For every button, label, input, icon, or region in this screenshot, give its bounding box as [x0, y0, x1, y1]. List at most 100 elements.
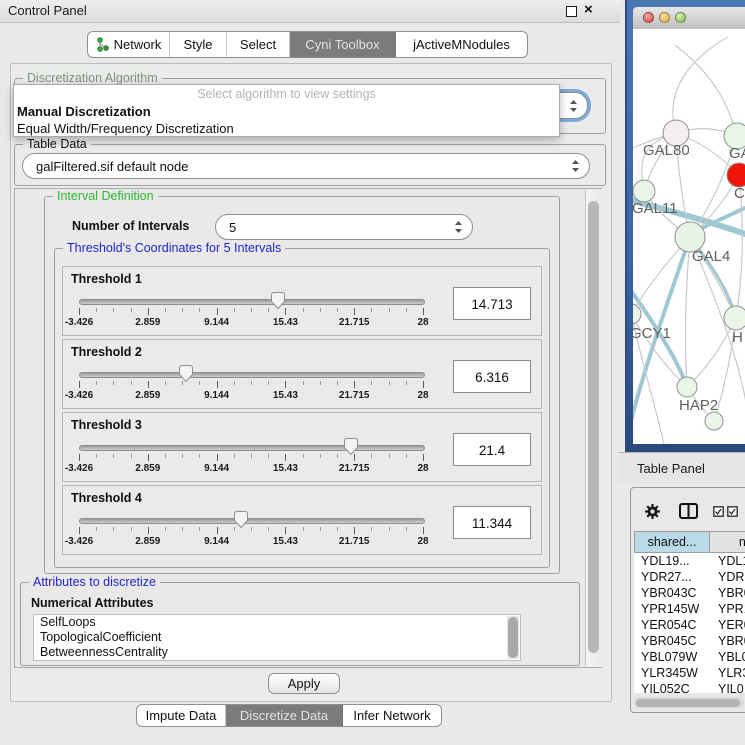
minimize-button[interactable] — [659, 12, 670, 23]
table-row[interactable]: YDR27...YDR2 — [634, 569, 745, 585]
tab-discretize-data[interactable]: Discretize Data — [226, 705, 343, 726]
zoom-button[interactable] — [675, 12, 686, 23]
node-label: GA — [729, 145, 745, 162]
network-node-gcy1[interactable] — [633, 304, 641, 324]
network-edge[interactable] — [686, 237, 690, 387]
table-row[interactable]: YBR043CYBR0 — [634, 585, 745, 601]
vertical-scrollbar[interactable] — [585, 189, 602, 667]
tab-jactivemnodules[interactable]: jActiveMNodules — [396, 32, 527, 57]
column-header-shared-name[interactable]: shared... — [634, 531, 710, 553]
network-edge[interactable] — [675, 45, 737, 136]
table-data-combobox[interactable]: galFiltered.sif default node — [22, 153, 590, 179]
split-columns-icon[interactable] — [679, 503, 698, 519]
float-window-icon[interactable] — [566, 6, 577, 17]
slider-thumb-icon — [179, 365, 193, 382]
network-edge[interactable] — [673, 37, 728, 133]
network-node-c[interactable] — [727, 163, 745, 187]
dropdown-option-manual-discretization[interactable]: Manual Discretization — [14, 103, 559, 120]
threshold-slider[interactable]: -3.4262.8599.14415.4321.71528 — [79, 514, 423, 552]
dropdown-option-equal-width-frequency[interactable]: Equal Width/Frequency Discretization — [14, 120, 559, 137]
table-cell[interactable]: YDL1 — [710, 553, 745, 569]
scrollbar-thumb[interactable] — [588, 201, 599, 653]
table-cell[interactable]: YLR345W — [634, 665, 710, 681]
table-row[interactable]: YDL19...YDL1 — [634, 553, 745, 569]
network-node-hap2[interactable] — [677, 377, 697, 397]
numerical-attributes-label: Numerical Attributes — [31, 596, 153, 610]
table-cell[interactable]: YDR2 — [710, 569, 745, 585]
threshold-value-field[interactable]: 6.316 — [453, 360, 531, 393]
slider-thumb[interactable] — [271, 292, 285, 309]
horizontal-scrollbar[interactable] — [634, 697, 744, 708]
attribute-item-betweennesscentrality[interactable]: BetweennessCentrality — [34, 645, 520, 660]
gear-icon[interactable] — [644, 503, 661, 520]
table-cell[interactable]: YBL079W — [634, 649, 710, 665]
threshold-value-field[interactable]: 11.344 — [453, 506, 531, 539]
threshold-value-field[interactable]: 21.4 — [453, 433, 531, 466]
table-cell[interactable]: YIL052C — [634, 681, 710, 693]
tab-infer-network[interactable]: Infer Network — [343, 705, 441, 726]
threshold-slider[interactable]: -3.4262.8599.14415.4321.71528 — [79, 441, 423, 479]
table-cell[interactable]: YER0 — [710, 617, 745, 633]
network-node[interactable] — [705, 412, 723, 430]
table-body[interactable]: YDL19...YDL1YDR27...YDR2YBR043CYBR0YPR14… — [634, 553, 745, 693]
slider-thumb[interactable] — [234, 511, 248, 528]
slider-scale: -3.4262.8599.14415.4321.71528 — [79, 536, 423, 548]
tab-label: Select — [240, 37, 276, 52]
scale-label: 2.859 — [135, 536, 160, 547]
close-button[interactable] — [643, 12, 654, 23]
combobox-spinner-icon — [454, 220, 463, 234]
column-header-name[interactable]: name — [710, 531, 745, 553]
slider-track[interactable] — [79, 445, 425, 451]
checkbox-checked-icon[interactable] — [713, 506, 724, 517]
table-cell[interactable]: YPR145W — [634, 601, 710, 617]
scale-label: 28 — [417, 390, 428, 401]
table-row[interactable]: YLR345WYLR3 — [634, 665, 745, 681]
checkbox-checked-icon[interactable] — [727, 506, 738, 517]
network-edge[interactable] — [687, 318, 736, 387]
number-of-intervals-combobox[interactable]: 5 — [215, 214, 473, 240]
attribute-item-topologicalcoefficient[interactable]: TopologicalCoefficient — [34, 630, 520, 645]
table-cell[interactable]: YBR0 — [710, 585, 745, 601]
tab-impute-data[interactable]: Impute Data — [137, 705, 226, 726]
table-cell[interactable]: YLR3 — [710, 665, 745, 681]
table-row[interactable]: YIL052CYIL0 — [634, 681, 745, 693]
slider-track[interactable] — [79, 299, 425, 305]
tab-cyni-toolbox[interactable]: Cyni Toolbox — [290, 32, 396, 57]
table-row[interactable]: YBL079WYBL0 — [634, 649, 745, 665]
table-cell[interactable]: YDL19... — [634, 553, 710, 569]
slider-track[interactable] — [79, 518, 425, 524]
close-icon[interactable]: × — [584, 1, 593, 18]
network-canvas[interactable]: GAL80GACGAL11GAL4GCY1HHAP2 — [633, 29, 745, 444]
node-label: HAP2 — [679, 397, 718, 414]
threshold-value-field[interactable]: 14.713 — [453, 287, 531, 320]
table-cell[interactable]: YBR043C — [634, 585, 710, 601]
table-cell[interactable]: YIL0 — [710, 681, 745, 693]
scale-label: 9.144 — [204, 317, 229, 328]
table-cell[interactable]: YBR045C — [634, 633, 710, 649]
tab-style[interactable]: Style — [170, 32, 227, 57]
network-node-gal11[interactable] — [633, 180, 655, 202]
scrollbar-thumb[interactable] — [636, 699, 740, 707]
threshold-slider[interactable]: -3.4262.8599.14415.4321.71528 — [79, 295, 423, 333]
table-row[interactable]: YPR145WYPR1 — [634, 601, 745, 617]
slider-thumb[interactable] — [179, 365, 193, 382]
scrollbar-thumb[interactable] — [508, 617, 518, 658]
tab-network[interactable]: Network — [88, 32, 170, 57]
attribute-item-selfloops[interactable]: SelfLoops — [34, 615, 520, 630]
apply-button[interactable]: Apply — [268, 673, 340, 694]
list-scrollbar[interactable] — [507, 616, 519, 659]
table-cell[interactable]: YBR0 — [710, 633, 745, 649]
table-row[interactable]: YBR045CYBR0 — [634, 633, 745, 649]
slider-track[interactable] — [79, 372, 425, 378]
tab-select[interactable]: Select — [227, 32, 290, 57]
table-row[interactable]: YER054CYER0 — [634, 617, 745, 633]
table-cell[interactable]: YPR1 — [710, 601, 745, 617]
network-node-h[interactable] — [724, 306, 745, 330]
threshold-slider[interactable]: -3.4262.8599.14415.4321.71528 — [79, 368, 423, 406]
network-window-titlebar[interactable] — [633, 7, 745, 30]
slider-thumb[interactable] — [344, 438, 358, 455]
table-cell[interactable]: YDR27... — [634, 569, 710, 585]
numerical-attributes-list[interactable]: SelfLoopsTopologicalCoefficientBetweenne… — [33, 614, 521, 661]
table-cell[interactable]: YBL0 — [710, 649, 745, 665]
table-cell[interactable]: YER054C — [634, 617, 710, 633]
